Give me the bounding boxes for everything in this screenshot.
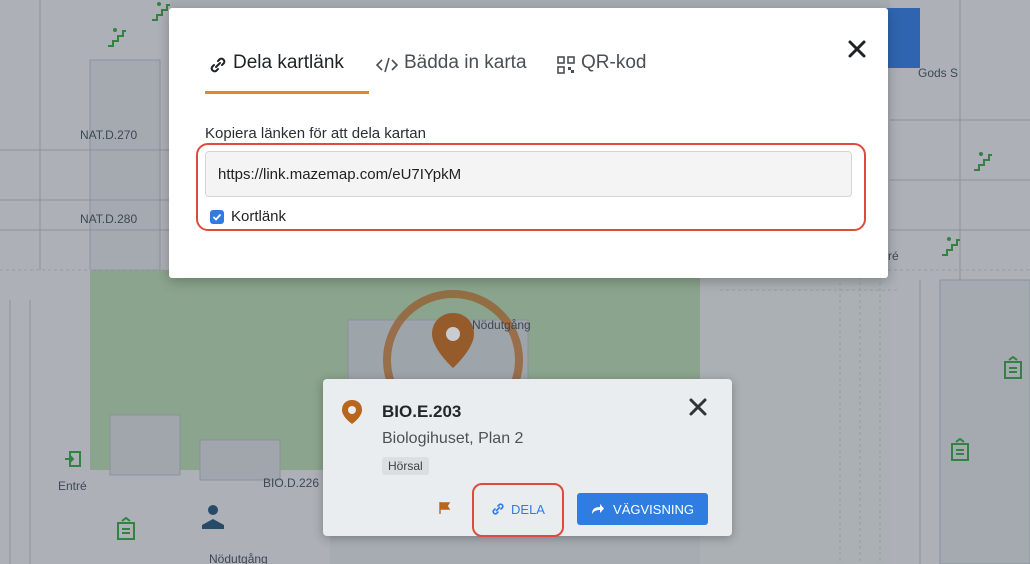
share-link-field[interactable] <box>205 151 852 197</box>
directions-button[interactable]: VÄGVISNING <box>577 493 708 525</box>
flag-icon[interactable] <box>438 501 452 515</box>
copy-link-label: Kopiera länken för att dela kartan <box>205 125 426 142</box>
short-link-checkbox[interactable] <box>210 209 224 224</box>
tab-qr-code[interactable]: QR-kod <box>557 52 646 94</box>
link-icon <box>210 57 226 73</box>
location-pin-icon <box>342 400 362 424</box>
share-dialog: Dela kartlänk Bädda in karta QR-kod Kopi… <box>169 8 888 278</box>
tab-embed-map[interactable]: Bädda in karta <box>376 52 527 94</box>
short-link-label: Kortlänk <box>231 208 287 225</box>
close-icon[interactable] <box>688 397 708 417</box>
code-icon <box>376 57 398 73</box>
place-subtitle: Biologihuset, Plan 2 <box>382 430 524 447</box>
share-button-label: DELA <box>511 501 545 517</box>
share-button[interactable]: DELA <box>483 493 553 525</box>
qr-code-icon <box>557 56 575 74</box>
tab-label: Bädda in karta <box>404 52 527 73</box>
place-info-card: BIO.E.203 Biologihuset, Plan 2 Hörsal DE… <box>323 379 732 537</box>
place-title: BIO.E.203 <box>382 402 462 421</box>
tab-label: Dela kartlänk <box>233 52 344 73</box>
room-type-badge: Hörsal <box>382 457 429 475</box>
short-link-option[interactable]: Kortlänk <box>210 208 286 225</box>
tab-label: QR-kod <box>581 52 647 73</box>
link-icon <box>492 503 504 515</box>
directions-arrow-icon <box>592 504 605 514</box>
tab-share-link[interactable]: Dela kartlänk <box>205 52 369 94</box>
directions-button-label: VÄGVISNING <box>613 501 694 517</box>
close-icon[interactable] <box>846 38 868 60</box>
checkmark-icon <box>212 213 222 221</box>
